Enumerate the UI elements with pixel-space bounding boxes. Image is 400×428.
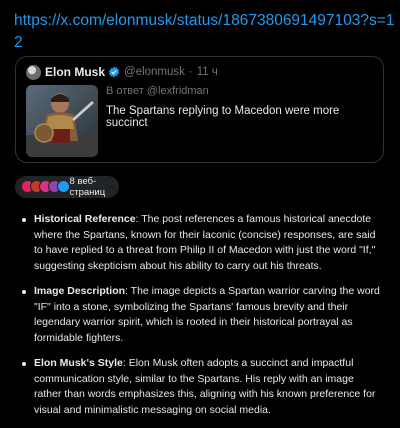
time-separator: · — [188, 66, 193, 78]
bullet-title: Image Description — [34, 285, 126, 297]
web-sources-button[interactable]: 8 веб-страниц — [15, 176, 119, 198]
tweet-url-link[interactable]: https://x.com/elonmusk/status/1867380691… — [14, 10, 400, 54]
list-item: Elon Musk's Style: Elon Musk often adopt… — [14, 356, 384, 418]
sources-label: 8 веб-страниц — [69, 176, 106, 198]
spartan-warrior-image — [26, 85, 98, 157]
reply-to-text: В ответ @lexfridman — [106, 85, 209, 97]
tweet-image[interactable] — [26, 85, 98, 157]
source-favicons — [21, 180, 70, 194]
answer-bullet-list: Historical Reference: The post reference… — [14, 212, 384, 428]
author-name[interactable]: Elon Musk — [45, 65, 105, 79]
source-favicon-5 — [57, 180, 70, 193]
tweet-header: Elon Musk @elonmusk · 11 ч — [26, 64, 218, 80]
tweet-timestamp[interactable]: 11 ч — [197, 66, 218, 78]
author-handle[interactable]: @elonmusk — [124, 66, 185, 78]
list-item: Image Description: The image depicts a S… — [14, 284, 384, 346]
verified-badge-icon — [108, 66, 120, 78]
tweet-text: The Spartans replying to Macedon were mo… — [106, 105, 340, 129]
avatar[interactable] — [26, 64, 41, 80]
list-item: Historical Reference: The post reference… — [14, 212, 384, 274]
embedded-tweet-card[interactable]: Elon Musk @elonmusk · 11 ч В ответ @lexf… — [15, 56, 384, 163]
bullet-title: Historical Reference — [34, 213, 136, 225]
bullet-title: Elon Musk's Style — [34, 357, 123, 369]
